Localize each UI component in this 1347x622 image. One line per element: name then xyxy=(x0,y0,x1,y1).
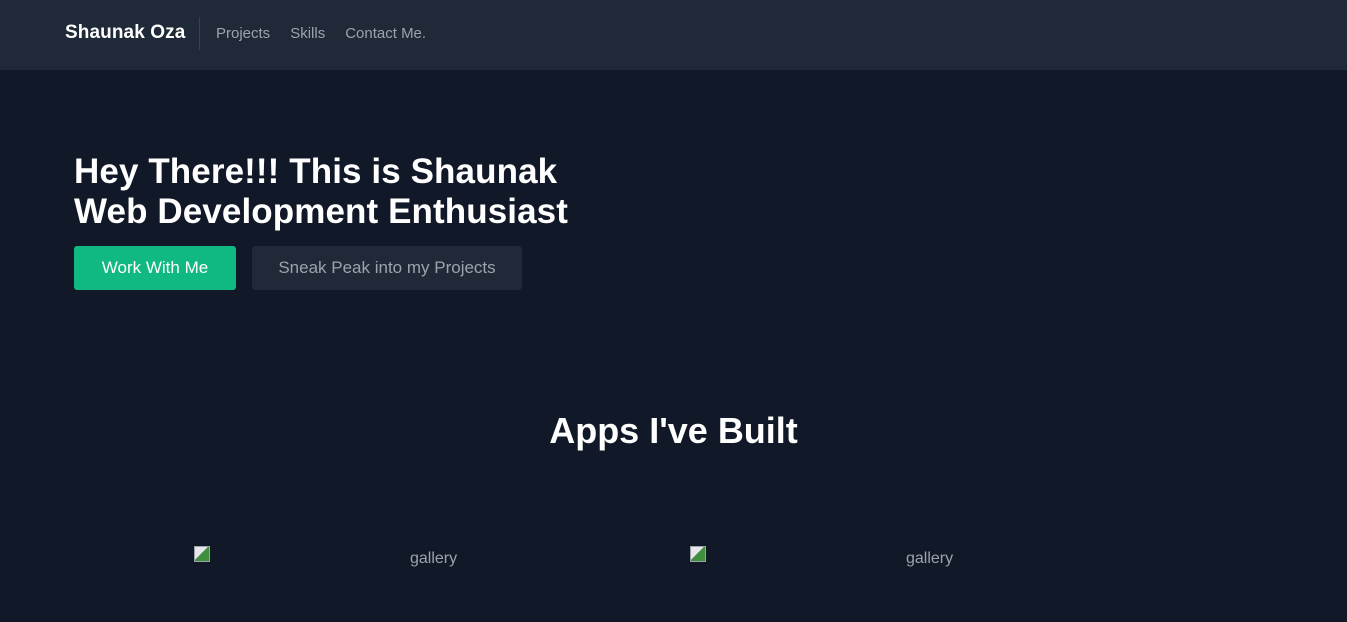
hero-title: Hey There!!! This is Shaunak Web Develop… xyxy=(74,152,568,232)
navbar: Shaunak Oza Projects Skills Contact Me. xyxy=(0,0,1347,70)
broken-image-icon xyxy=(690,546,706,562)
brand-link[interactable]: Shaunak Oza xyxy=(65,22,185,44)
hero-title-line-1: Hey There!!! This is Shaunak xyxy=(74,152,558,191)
nav-divider xyxy=(199,17,200,50)
work-with-me-button[interactable]: Work With Me xyxy=(74,246,236,290)
hero-title-line-2: Web Development Enthusiast xyxy=(74,192,568,231)
apps-section-title: Apps I've Built xyxy=(549,410,798,451)
nav-link-projects[interactable]: Projects xyxy=(216,25,270,42)
gallery-alt-text: gallery xyxy=(410,550,458,567)
gallery-image-1[interactable]: gallery xyxy=(194,546,674,576)
gallery-alt-text: gallery xyxy=(906,550,954,567)
nav-link-skills[interactable]: Skills xyxy=(290,25,325,42)
projects-button[interactable]: Sneak Peak into my Projects xyxy=(252,246,522,290)
nav-link-contact[interactable]: Contact Me. xyxy=(345,25,426,42)
broken-image-icon xyxy=(194,546,210,562)
gallery-image-2[interactable]: gallery xyxy=(690,546,1170,576)
nav-links: Projects Skills Contact Me. xyxy=(216,25,426,42)
